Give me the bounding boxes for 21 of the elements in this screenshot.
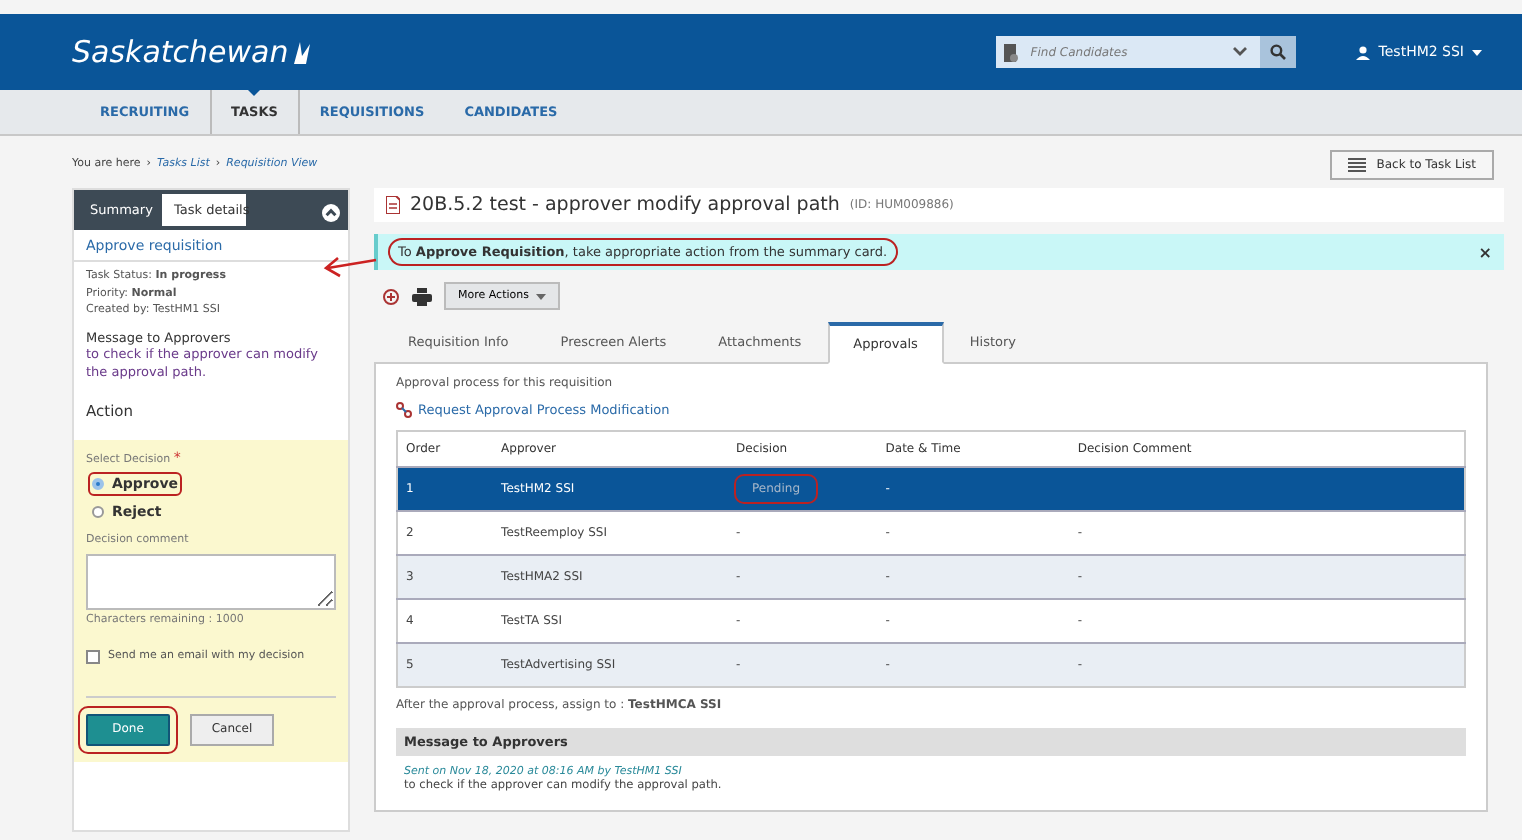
search-icon (1270, 44, 1287, 60)
document-icon (1004, 43, 1019, 61)
print-icon[interactable] (412, 287, 432, 305)
caret-icon (1472, 49, 1482, 55)
requisition-title: 20B.5.2 test - approver modify approval path (410, 194, 840, 216)
wheat-icon (292, 38, 313, 66)
close-button[interactable]: × (1478, 243, 1492, 261)
checkbox[interactable] (86, 649, 100, 663)
radio-button[interactable] (92, 477, 104, 489)
collapse-icon[interactable] (322, 203, 340, 221)
list-icon (1348, 157, 1367, 171)
radio-button[interactable] (92, 505, 104, 517)
brand-logo[interactable]: Saskatchewan (72, 34, 289, 70)
share-icon[interactable] (382, 287, 400, 305)
chevron-down-icon[interactable] (1232, 46, 1249, 58)
workflow-icon (396, 402, 412, 418)
search-button[interactable] (1260, 36, 1297, 68)
document-icon (386, 196, 400, 214)
user-icon (1356, 45, 1371, 59)
caret-icon (536, 293, 547, 299)
comment-field[interactable] (86, 553, 336, 609)
